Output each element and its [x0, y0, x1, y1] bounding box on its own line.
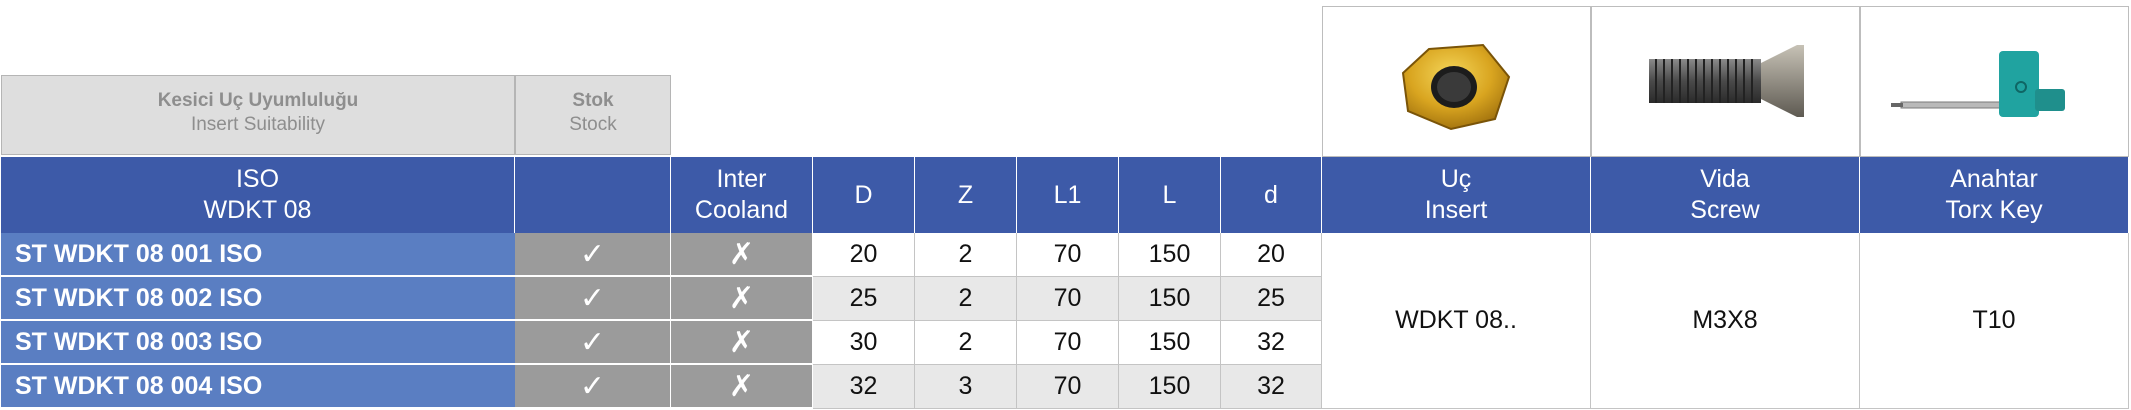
screw-icon — [1649, 45, 1804, 117]
col-header-insert-line2: Insert — [1424, 196, 1488, 224]
col-header-L1: L1 — [1017, 157, 1119, 233]
coolant-cross-icon: ✗ — [671, 277, 813, 321]
insert-icon — [1401, 43, 1511, 131]
col-header-D-label: D — [854, 180, 873, 209]
product-code[interactable]: ST WDKT 08 004 ISO — [1, 365, 515, 409]
col-header-screw: Vida Screw — [1591, 157, 1860, 233]
product-code[interactable]: ST WDKT 08 002 ISO — [1, 277, 515, 321]
cell-L1: 70 — [1017, 277, 1119, 321]
insert-suitability-title-en: Insert Suitability — [190, 114, 326, 135]
cell-L1: 70 — [1017, 321, 1119, 365]
col-header-iso-line2: WDKT 08 — [203, 196, 312, 224]
col-header-coolant-line1: Inter — [716, 165, 767, 193]
torx-key-image — [1860, 6, 2129, 157]
col-header-d: d — [1221, 157, 1322, 233]
col-header-key: Anahtar Torx Key — [1860, 157, 2129, 233]
screw-image — [1591, 6, 1860, 157]
col-header-insert: Uç Insert — [1322, 157, 1591, 233]
cell-D: 25 — [813, 277, 915, 321]
cell-L: 150 — [1119, 233, 1221, 277]
coolant-cross-icon: ✗ — [671, 233, 813, 277]
stock-check-icon: ✓ — [515, 321, 671, 365]
cell-D: 32 — [813, 365, 915, 409]
cell-D: 30 — [813, 321, 915, 365]
stock-title-tr: Stok — [572, 90, 614, 111]
cell-Z: 2 — [915, 233, 1017, 277]
cell-d: 20 — [1221, 233, 1322, 277]
insert-suitability-header: Kesici Uç Uyumluluğu Insert Suitability — [1, 75, 515, 155]
stock-header: Stok Stock — [515, 75, 671, 155]
torx-key-icon — [1891, 51, 2065, 117]
cell-L: 150 — [1119, 277, 1221, 321]
col-header-iso-line1: ISO — [235, 165, 280, 193]
insert-value: WDKT 08.. — [1322, 233, 1591, 409]
stock-check-icon: ✓ — [515, 277, 671, 321]
cell-d: 32 — [1221, 321, 1322, 365]
torx-key-value: T10 — [1860, 233, 2129, 409]
col-header-coolant: Inter Cooland — [671, 157, 813, 233]
insert-suitability-title-tr: Kesici Uç Uyumluluğu — [157, 90, 359, 111]
insert-image — [1322, 6, 1591, 157]
col-header-D: D — [813, 157, 915, 233]
cell-Z: 2 — [915, 277, 1017, 321]
cell-L1: 70 — [1017, 233, 1119, 277]
product-code[interactable]: ST WDKT 08 001 ISO — [1, 233, 515, 277]
col-header-Z: Z — [915, 157, 1017, 233]
col-header-key-line2: Torx Key — [1945, 196, 2043, 224]
coolant-cross-icon: ✗ — [671, 321, 813, 365]
col-header-key-line1: Anahtar — [1950, 165, 2038, 193]
col-header-insert-line1: Uç — [1440, 165, 1472, 193]
cell-D: 20 — [813, 233, 915, 277]
stock-check-icon: ✓ — [515, 233, 671, 277]
cell-d: 25 — [1221, 277, 1322, 321]
screw-value: M3X8 — [1591, 233, 1860, 409]
col-header-L: L — [1119, 157, 1221, 233]
cell-L1: 70 — [1017, 365, 1119, 409]
stock-check-icon: ✓ — [515, 365, 671, 409]
col-header-Z-label: Z — [957, 180, 974, 209]
coolant-cross-icon: ✗ — [671, 365, 813, 409]
col-header-L-label: L — [1162, 180, 1177, 209]
stock-title-en: Stock — [569, 114, 617, 135]
col-header-L1-label: L1 — [1053, 180, 1082, 209]
col-header-iso: ISO WDKT 08 — [1, 157, 515, 233]
col-header-coolant-line2: Cooland — [694, 196, 789, 224]
col-header-screw-line2: Screw — [1690, 196, 1760, 224]
cell-Z: 3 — [915, 365, 1017, 409]
col-header-stock — [515, 157, 671, 233]
product-code[interactable]: ST WDKT 08 003 ISO — [1, 321, 515, 365]
cell-Z: 2 — [915, 321, 1017, 365]
col-header-d-label: d — [1264, 180, 1278, 209]
cell-d: 32 — [1221, 365, 1322, 409]
cell-L: 150 — [1119, 365, 1221, 409]
cell-L: 150 — [1119, 321, 1221, 365]
col-header-screw-line1: Vida — [1700, 165, 1750, 193]
